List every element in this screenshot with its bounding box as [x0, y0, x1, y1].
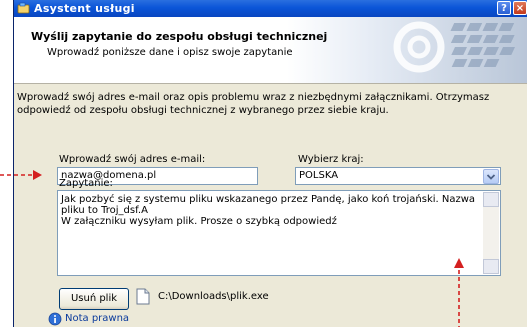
attachment-path: C:\Downloads\plik.exe	[158, 291, 269, 302]
email-label: Wprowadź swój adres e-mail:	[59, 154, 206, 165]
intro-text: Wprowadź swój adres e-mail oraz opis pro…	[17, 92, 490, 116]
query-text: Jak pozbyć się z systemu pliku wskazaneg…	[61, 194, 479, 227]
info-icon	[48, 312, 62, 326]
query-line: Jak pozbyć się z systemu pliku wskazaneg…	[61, 194, 476, 205]
header-art	[287, 17, 527, 83]
assistant-window: Asystent usługi ? × Wyślij zapytanie do …	[13, 0, 527, 327]
country-select[interactable]: POLSKA	[295, 167, 501, 185]
window-title: Asystent usługi	[34, 2, 135, 15]
query-line: W załączniku wysyłam plik. Prosze o szyb…	[61, 216, 337, 227]
close-icon[interactable]: ×	[513, 1, 527, 15]
title-bar[interactable]: Asystent usługi ? ×	[14, 0, 527, 17]
chevron-down-icon[interactable]	[483, 169, 499, 184]
page: Asystent usługi ? × Wyślij zapytanie do …	[0, 0, 527, 327]
query-textarea[interactable]: Jak pozbyć się z systemu pliku wskazaneg…	[57, 190, 501, 276]
header-subtitle: Wprowadź poniższe dane i opisz swoje zap…	[47, 47, 293, 58]
vertical-scrollbar[interactable]	[483, 192, 499, 274]
window-app-icon	[17, 2, 30, 14]
header-title: Wyślij zapytanie do zespołu obsługi tech…	[31, 30, 328, 43]
query-label: Zapytanie:	[59, 178, 113, 189]
country-select-value: POLSKA	[299, 170, 339, 181]
legal-note-link[interactable]: Nota prawna	[65, 313, 129, 324]
query-line: pliku to Troj_dsf.A	[61, 205, 148, 216]
country-label: Wybierz kraj:	[298, 154, 364, 165]
header-banner: Wyślij zapytanie do zespołu obsługi tech…	[14, 17, 527, 84]
help-icon[interactable]: ?	[497, 1, 511, 15]
remove-file-button[interactable]: Usuń plik	[59, 288, 129, 310]
scroll-up-button[interactable]	[483, 192, 499, 207]
scroll-down-button[interactable]	[483, 259, 499, 274]
file-icon	[136, 288, 150, 305]
